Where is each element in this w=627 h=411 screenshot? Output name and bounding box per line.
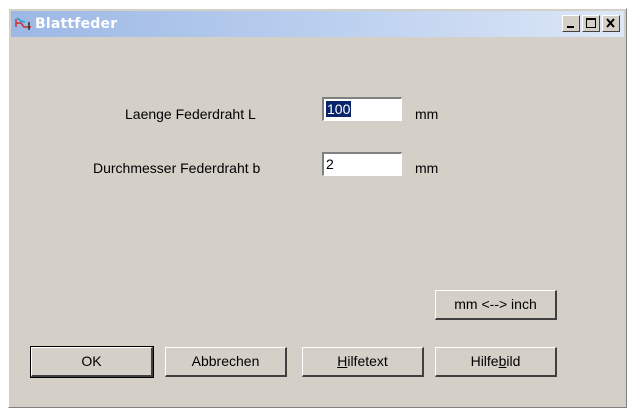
app-icon <box>15 17 31 30</box>
help-image-label-pre: Hilfe <box>470 353 499 369</box>
ok-button[interactable]: OK <box>30 346 154 378</box>
diameter-unit: mm <box>415 160 439 176</box>
help-text-accelerator: H <box>337 353 348 369</box>
length-input[interactable]: 100 <box>322 97 402 121</box>
close-button[interactable] <box>602 15 620 32</box>
diameter-label: Durchmesser Federdraht b <box>93 160 261 176</box>
minimize-icon <box>567 26 574 28</box>
dialog-window: Blattfeder Laenge Federdraht L 100 mm Du… <box>8 8 627 408</box>
close-icon <box>606 18 615 28</box>
help-image-button[interactable]: Hilfebild <box>435 347 557 377</box>
diameter-value: 2 <box>326 156 334 172</box>
title-bar[interactable]: Blattfeder <box>11 11 624 37</box>
length-value: 100 <box>326 101 352 117</box>
help-image-label-post: ild <box>506 353 521 369</box>
unit-convert-button[interactable]: mm <--> inch <box>435 290 557 320</box>
maximize-button[interactable] <box>582 15 600 32</box>
help-text-label-post: ilfetext <box>347 353 388 369</box>
minimize-button[interactable] <box>562 15 580 32</box>
cancel-button[interactable]: Abbrechen <box>165 347 287 377</box>
length-label: Laenge Federdraht L <box>125 106 256 122</box>
diameter-input[interactable]: 2 <box>322 152 402 176</box>
help-text-button[interactable]: Hilfetext <box>302 347 424 377</box>
window-title: Blattfeder <box>35 16 118 32</box>
length-unit: mm <box>415 106 439 122</box>
maximize-icon <box>586 18 596 28</box>
